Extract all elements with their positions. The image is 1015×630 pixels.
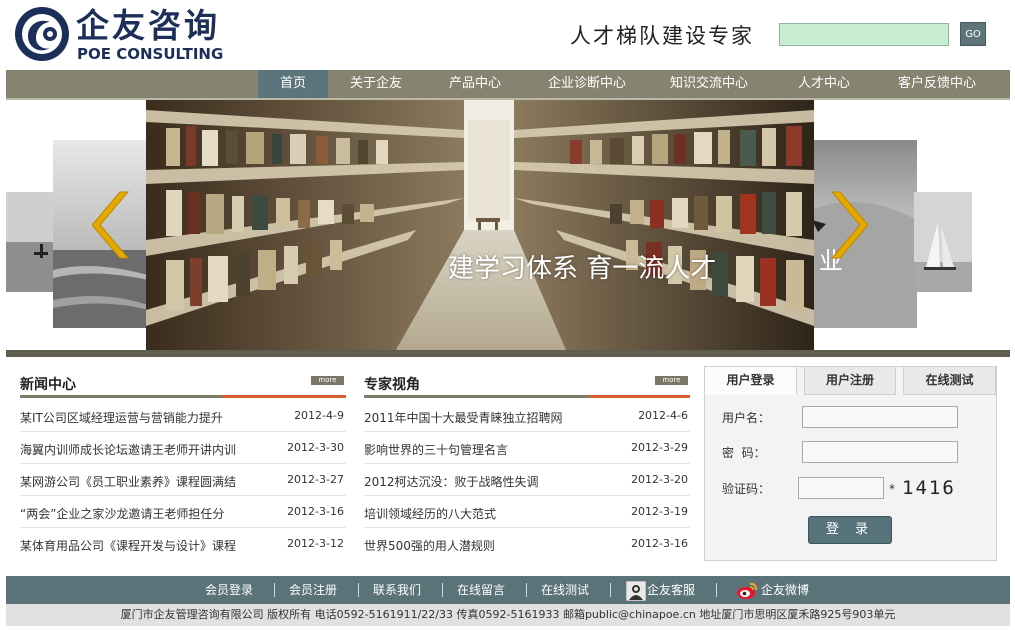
carousel-image-far-left[interactable] bbox=[6, 192, 56, 292]
news-row[interactable]: 某体育用品公司《课程开发与设计》课程 2012-3-12 bbox=[20, 528, 346, 560]
footer-link-customer-service[interactable]: 企友客服 bbox=[647, 576, 695, 604]
search-go-button[interactable]: GO bbox=[960, 22, 986, 46]
expert-row[interactable]: 世界500强的用人潜规则 2012-3-16 bbox=[364, 528, 690, 560]
login-panel: 用户登录 用户注册 在线测试 用户名： 密 码： 验证码： * 1416 登 录 bbox=[704, 366, 997, 561]
news-row[interactable]: 海翼内训师成长论坛邀请王老师开讲内训 2012-3-30 bbox=[20, 432, 346, 464]
expert-title-underline bbox=[364, 395, 690, 398]
footer-separator bbox=[610, 583, 611, 597]
password-label: 密 码： bbox=[722, 446, 766, 460]
expert-article-title[interactable]: 培训领域经历的八大范式 bbox=[364, 505, 496, 522]
search-input[interactable] bbox=[779, 23, 949, 46]
banner-main-image[interactable] bbox=[146, 100, 814, 350]
expert-article-title[interactable]: 世界500强的用人潜规则 bbox=[364, 537, 495, 554]
expert-article-title[interactable]: 2011年中国十大最受青睐独立招聘网 bbox=[364, 409, 563, 426]
news-row[interactable]: 某IT公司区域经理运营与营销能力提升 2012-4-9 bbox=[20, 400, 346, 432]
footer-separator bbox=[358, 583, 359, 597]
nav-item-knowledge[interactable]: 知识交流中心 bbox=[654, 70, 764, 98]
news-more-button[interactable]: more bbox=[311, 376, 344, 385]
username-input[interactable] bbox=[802, 406, 958, 428]
news-row[interactable]: “两会”企业之家沙龙邀请王老师担任分 2012-3-16 bbox=[20, 496, 346, 528]
news-title[interactable]: 某IT公司区域经理运营与营销能力提升 bbox=[20, 409, 223, 426]
news-title[interactable]: “两会”企业之家沙龙邀请王老师担任分 bbox=[20, 505, 224, 522]
news-title[interactable]: 海翼内训师成长论坛邀请王老师开讲内训 bbox=[20, 441, 236, 458]
captcha-image[interactable]: 1416 bbox=[902, 477, 956, 499]
captcha-required-mark: * bbox=[889, 482, 895, 496]
nav-item-feedback[interactable]: 客户反馈中心 bbox=[882, 70, 992, 98]
expert-article-date: 2012-3-16 bbox=[631, 537, 688, 550]
carousel-next-arrow-icon[interactable] bbox=[828, 190, 868, 260]
footer-separator bbox=[526, 583, 527, 597]
expert-article-date: 2012-3-19 bbox=[631, 505, 688, 518]
poe-logo-icon bbox=[15, 7, 69, 61]
carousel-prev-arrow-icon[interactable] bbox=[92, 190, 132, 260]
news-date: 2012-3-12 bbox=[287, 537, 344, 550]
news-date: 2012-3-30 bbox=[287, 441, 344, 454]
logo-chinese: 企友咨询 bbox=[76, 6, 220, 45]
news-center-title: 新闻中心 bbox=[20, 377, 76, 393]
nav-item-about[interactable]: 关于企友 bbox=[334, 70, 418, 98]
tab-online-test[interactable]: 在线测试 bbox=[903, 367, 996, 395]
footer-link-member-register[interactable]: 会员注册 bbox=[289, 576, 337, 604]
expert-title: 专家视角 bbox=[364, 377, 420, 393]
header-slogan: 人才梯队建设专家 bbox=[570, 24, 754, 48]
customer-service-icon[interactable] bbox=[626, 581, 646, 601]
expert-row[interactable]: 影响世界的三十句管理名言 2012-3-29 bbox=[364, 432, 690, 464]
footer-copyright: 厦门市企友管理咨询有限公司 版权所有 电话0592-5161911/22/33 … bbox=[6, 604, 1010, 626]
footer-link-contact[interactable]: 联系我们 bbox=[373, 576, 421, 604]
expert-article-date: 2012-3-20 bbox=[631, 473, 688, 486]
expert-row[interactable]: 培训领域经历的八大范式 2012-3-19 bbox=[364, 496, 690, 528]
expert-article-title[interactable]: 影响世界的三十句管理名言 bbox=[364, 441, 508, 458]
login-button[interactable]: 登 录 bbox=[808, 516, 892, 544]
weibo-icon[interactable] bbox=[736, 581, 758, 600]
footer-link-weibo[interactable]: 企友微博 bbox=[761, 576, 809, 604]
tab-user-login[interactable]: 用户登录 bbox=[705, 367, 797, 395]
banner-caption: 建学习体系 育一流人才 bbox=[448, 254, 717, 284]
site-header: 企友咨询 POE CONSULTING 人才梯队建设专家 GO bbox=[0, 0, 1015, 70]
nav-item-products[interactable]: 产品中心 bbox=[430, 70, 520, 98]
main-nav: 首页 关于企友 产品中心 企业诊断中心 知识交流中心 人才中心 客户反馈中心 bbox=[6, 70, 1010, 98]
expert-article-title[interactable]: 2012柯达沉没：败于战略性失调 bbox=[364, 473, 539, 490]
expert-article-date: 2012-3-29 bbox=[631, 441, 688, 454]
logo-english: POE CONSULTING bbox=[77, 45, 224, 63]
news-date: 2012-3-16 bbox=[287, 505, 344, 518]
footer-link-member-login[interactable]: 会员登录 bbox=[205, 576, 253, 604]
banner-bottom-rule bbox=[6, 350, 1010, 357]
page: 企友咨询 POE CONSULTING 人才梯队建设专家 GO 首页 关于企友 … bbox=[0, 0, 1015, 630]
carousel-image-far-right[interactable] bbox=[914, 192, 972, 292]
nav-item-home[interactable]: 首页 bbox=[258, 70, 328, 98]
nav-item-diagnosis[interactable]: 企业诊断中心 bbox=[532, 70, 642, 98]
news-title-underline bbox=[20, 395, 346, 398]
captcha-input[interactable] bbox=[798, 477, 884, 499]
footer-link-online-test[interactable]: 在线测试 bbox=[541, 576, 589, 604]
footer-nav: 会员登录 会员注册 联系我们 在线留言 在线测试 企友客服 企友微博 bbox=[6, 576, 1010, 604]
footer-separator bbox=[716, 583, 717, 597]
nav-item-talent[interactable]: 人才中心 bbox=[778, 70, 870, 98]
username-label: 用户名： bbox=[722, 411, 771, 425]
logo[interactable]: 企友咨询 POE CONSULTING bbox=[14, 6, 244, 64]
banner-carousel: 建学习体系 育一流人才 业 bbox=[0, 100, 1015, 352]
tab-user-register[interactable]: 用户注册 bbox=[804, 367, 896, 395]
footer-separator bbox=[274, 583, 275, 597]
news-date: 2012-4-9 bbox=[294, 409, 344, 422]
expert-more-button[interactable]: more bbox=[655, 376, 688, 385]
news-title[interactable]: 某网游公司《员工职业素养》课程圆满结 bbox=[20, 473, 236, 490]
captcha-label: 验证码： bbox=[722, 482, 771, 496]
expert-row[interactable]: 2012柯达沉没：败于战略性失调 2012-3-20 bbox=[364, 464, 690, 496]
footer-separator bbox=[442, 583, 443, 597]
expert-article-date: 2012-4-6 bbox=[638, 409, 688, 422]
expert-row[interactable]: 2011年中国十大最受青睐独立招聘网 2012-4-6 bbox=[364, 400, 690, 432]
login-form: 用户名： 密 码： 验证码： * 1416 登 录 bbox=[705, 395, 996, 560]
news-row[interactable]: 某网游公司《员工职业素养》课程圆满结 2012-3-27 bbox=[20, 464, 346, 496]
password-input[interactable] bbox=[802, 441, 958, 463]
news-title[interactable]: 某体育用品公司《课程开发与设计》课程 bbox=[20, 537, 236, 554]
footer-link-message[interactable]: 在线留言 bbox=[457, 576, 505, 604]
news-date: 2012-3-27 bbox=[287, 473, 344, 486]
